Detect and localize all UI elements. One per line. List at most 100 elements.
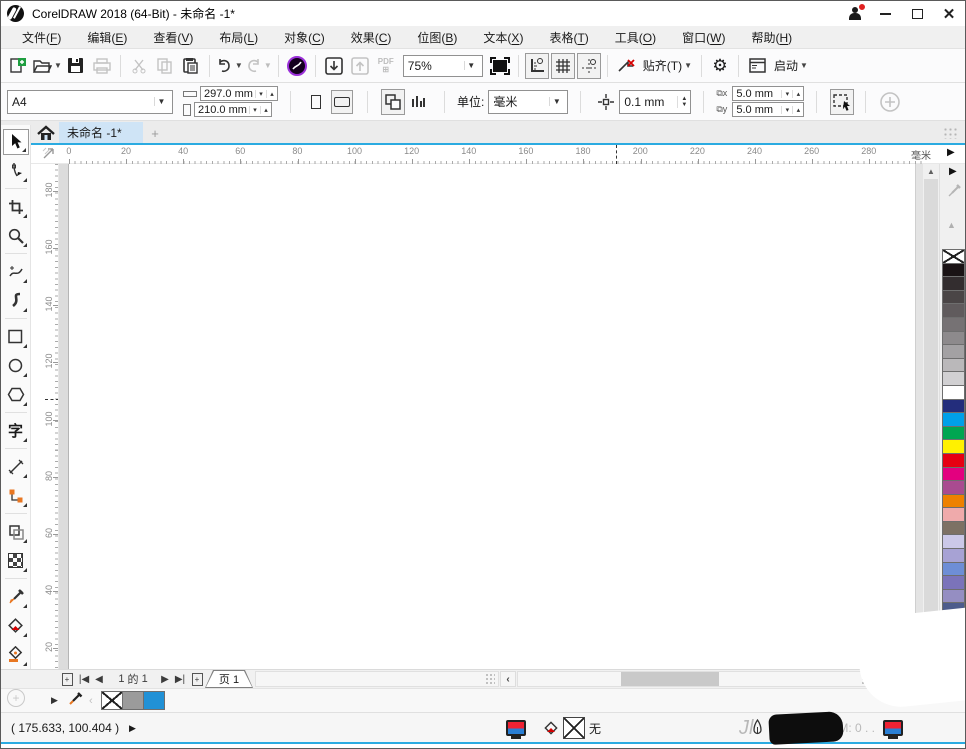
palette-swatch[interactable] bbox=[942, 452, 965, 468]
paste-button[interactable] bbox=[179, 53, 203, 79]
menu-item-文本[interactable]: 文本(X) bbox=[470, 26, 536, 49]
palette-flyout-icon[interactable]: ▶ bbox=[949, 166, 957, 177]
palette-swatch[interactable] bbox=[942, 534, 965, 550]
search-content-button[interactable] bbox=[285, 53, 309, 79]
scroll-left-button[interactable]: ‹ bbox=[500, 671, 516, 687]
connector-tool[interactable] bbox=[3, 483, 29, 509]
open-button[interactable]: ▼ bbox=[32, 53, 62, 79]
menu-item-文件[interactable]: 文件(F) bbox=[9, 26, 74, 49]
treat-as-filled-toggle[interactable] bbox=[830, 88, 855, 115]
undo-button[interactable]: ▼ bbox=[216, 53, 243, 79]
dup-y-down[interactable]: ▾ bbox=[781, 105, 792, 114]
document-palette-swatch[interactable] bbox=[101, 691, 123, 710]
palette-swatch[interactable] bbox=[942, 249, 965, 264]
vertical-scrollbar[interactable]: ▲ ▼ bbox=[923, 164, 939, 669]
snap-dropdown-caret[interactable]: ▼ bbox=[684, 61, 692, 70]
page-1-tab[interactable]: 页 1 bbox=[205, 670, 253, 688]
portrait-button[interactable] bbox=[305, 90, 327, 114]
add-page-end-button[interactable]: + bbox=[189, 670, 205, 688]
document-color-settings-icon[interactable] bbox=[506, 713, 526, 743]
crop-tool[interactable] bbox=[3, 194, 29, 220]
dimension-tool[interactable] bbox=[3, 454, 29, 480]
snap-to-button[interactable]: 贴齐(T) ▼ bbox=[639, 54, 696, 78]
palette-swatch[interactable] bbox=[942, 330, 965, 346]
menu-item-效果[interactable]: 效果(C) bbox=[338, 26, 405, 49]
palette-swatch[interactable] bbox=[942, 384, 965, 400]
palette-swatch[interactable] bbox=[942, 425, 965, 441]
menu-item-位图[interactable]: 位图(B) bbox=[404, 26, 470, 49]
palette-swatch[interactable] bbox=[942, 276, 965, 291]
page-height-down[interactable]: ▾ bbox=[249, 105, 260, 114]
smart-fill-tool[interactable] bbox=[3, 642, 29, 668]
publish-pdf-button[interactable]: PDF ⊞ bbox=[374, 53, 398, 79]
palette-grip[interactable] bbox=[943, 127, 959, 139]
palette-swatch[interactable] bbox=[942, 398, 965, 414]
current-page-button[interactable] bbox=[407, 89, 431, 115]
vertical-ruler[interactable]: 180 160 140 120 100 80 60 40 20 bbox=[41, 164, 59, 669]
palette-swatch[interactable] bbox=[942, 262, 965, 278]
nudge-down[interactable]: ▼ bbox=[678, 102, 690, 108]
undo-dropdown-caret[interactable]: ▼ bbox=[235, 61, 243, 70]
redo-button[interactable]: ▼ bbox=[245, 53, 272, 79]
drop-shadow-tool[interactable] bbox=[3, 519, 29, 545]
fullscreen-preview-button[interactable] bbox=[488, 53, 512, 79]
units-caret[interactable]: ▼ bbox=[549, 97, 563, 106]
scroll-up-icon[interactable]: ▲ bbox=[923, 164, 939, 179]
ellipse-tool[interactable] bbox=[3, 353, 29, 379]
palette-swatch[interactable] bbox=[942, 548, 965, 563]
home-icon[interactable] bbox=[33, 122, 59, 143]
freehand-tool[interactable] bbox=[3, 259, 29, 285]
ruler-origin-icon[interactable] bbox=[41, 145, 59, 164]
scrollbar-splitter-grip[interactable] bbox=[485, 673, 495, 685]
menu-item-窗口[interactable]: 窗口(W) bbox=[669, 26, 738, 49]
import-button[interactable] bbox=[322, 53, 346, 79]
canvas[interactable] bbox=[59, 164, 923, 669]
palette-swatch[interactable] bbox=[942, 289, 965, 305]
new-document-button[interactable] bbox=[6, 53, 30, 79]
artistic-media-tool[interactable] bbox=[3, 288, 29, 314]
last-page-button[interactable]: ▶| bbox=[173, 670, 187, 688]
show-rulers-toggle[interactable] bbox=[524, 52, 549, 79]
palette-swatch[interactable] bbox=[942, 303, 965, 318]
rectangle-tool[interactable] bbox=[3, 324, 29, 350]
add-page-start-button[interactable]: + bbox=[59, 670, 75, 688]
palette-swatch[interactable] bbox=[942, 344, 965, 359]
palette-swatch[interactable] bbox=[942, 493, 965, 509]
print-button[interactable] bbox=[90, 53, 114, 79]
palette-swatch[interactable] bbox=[942, 412, 965, 427]
palette-swatch[interactable] bbox=[942, 480, 965, 495]
docker-expand-icon[interactable]: ▶ bbox=[947, 147, 955, 158]
nudge-offset-input[interactable]: 0.1 mm ▲ ▼ bbox=[619, 89, 692, 114]
first-page-button[interactable]: |◀ bbox=[77, 670, 91, 688]
palette-swatch[interactable] bbox=[942, 371, 965, 386]
interactive-fill-tool[interactable] bbox=[3, 613, 29, 639]
document-palette-scroll-left[interactable]: ‹ bbox=[89, 695, 93, 707]
horizontal-ruler[interactable]: 0 20 40 60 80 100 120 140 160 180 200 220 240 260 280 bbox=[59, 145, 925, 164]
open-dropdown-caret[interactable]: ▼ bbox=[54, 61, 62, 70]
transparency-tool[interactable] bbox=[3, 548, 29, 574]
duplicate-y-input[interactable]: 5.0 mm ▾ ▴ bbox=[732, 102, 805, 117]
document-tab[interactable]: 未命名 -1* bbox=[59, 122, 143, 143]
page-size-caret[interactable]: ▼ bbox=[154, 97, 168, 106]
options-gear-icon[interactable]: ⚙ bbox=[708, 53, 732, 79]
page-height-input[interactable]: 210.0 mm ▾ ▴ bbox=[194, 102, 272, 117]
palette-swatch[interactable] bbox=[942, 466, 965, 482]
menu-item-工具[interactable]: 工具(O) bbox=[602, 26, 669, 49]
units-combobox[interactable]: 毫米 ▼ bbox=[488, 89, 569, 114]
new-tab-button[interactable]: + bbox=[145, 124, 165, 142]
copy-button[interactable] bbox=[153, 53, 177, 79]
zoom-level-combobox[interactable]: 75% ▼ bbox=[402, 54, 483, 77]
launch-dropdown-caret[interactable]: ▼ bbox=[800, 61, 808, 70]
palette-swatch[interactable] bbox=[942, 520, 965, 536]
launch-button[interactable]: 启动 ▼ bbox=[770, 54, 812, 78]
export-button[interactable] bbox=[348, 53, 372, 79]
page-height-up[interactable]: ▴ bbox=[260, 105, 271, 114]
maximize-button[interactable] bbox=[901, 3, 933, 25]
polygon-tool[interactable] bbox=[3, 382, 29, 408]
duplicate-x-input[interactable]: 5.0 mm ▾ ▴ bbox=[732, 86, 805, 101]
menu-item-帮助[interactable]: 帮助(H) bbox=[738, 26, 805, 49]
previous-page-button[interactable]: ◀ bbox=[93, 670, 105, 688]
all-pages-button[interactable] bbox=[381, 88, 405, 115]
menu-item-查看[interactable]: 查看(V) bbox=[140, 26, 206, 49]
menu-item-布局[interactable]: 布局(L) bbox=[206, 26, 271, 49]
